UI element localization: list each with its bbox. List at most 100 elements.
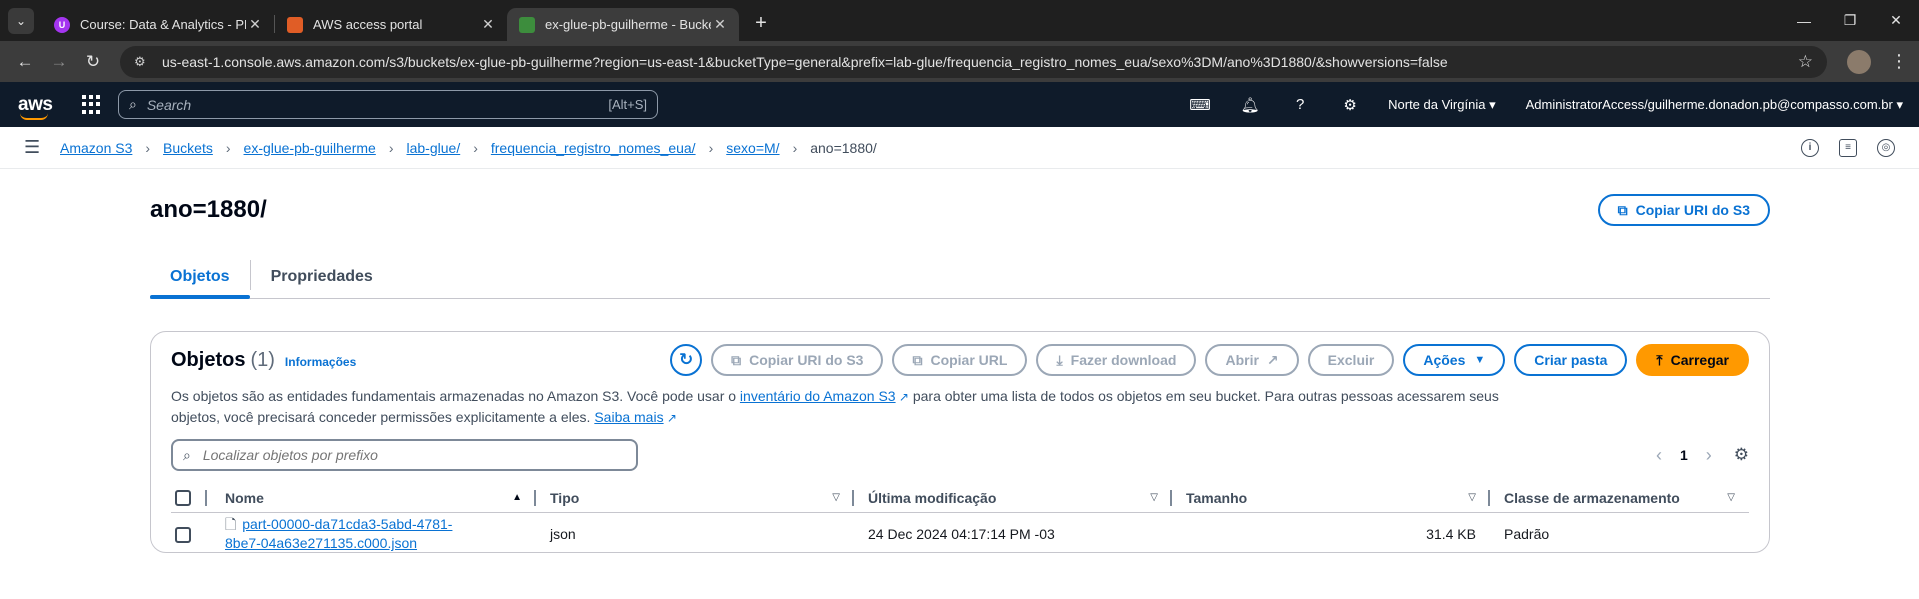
table-row[interactable]: 🗋︎ part-00000-da71cda3-5abd-4781- 8be7-04a…: [171, 512, 1749, 556]
column-header-size[interactable]: Tamanho ▽: [1172, 484, 1490, 513]
external-link-icon: ↗: [895, 390, 909, 404]
bookmark-star-icon[interactable]: ☆: [1798, 52, 1813, 72]
copy-uri-button[interactable]: ⧉ Copiar URI do S3: [711, 344, 884, 376]
type-cell: json: [550, 526, 576, 543]
caret-down-icon: ▼: [1474, 354, 1486, 366]
column-label: Tamanho: [1186, 489, 1248, 506]
prefix-search-input[interactable]: [202, 447, 603, 463]
cloudshell-icon[interactable]: ⌨: [1189, 95, 1211, 115]
object-link[interactable]: part-00000-da71cda3-5abd-4781- 8be7-04a63…: [225, 516, 452, 551]
chevron-right-icon: ›: [388, 139, 394, 156]
url-text[interactable]: us-east-1.console.aws.amazon.com/s3/buck…: [162, 54, 1798, 70]
close-window-icon[interactable]: ✕: [1873, 0, 1919, 41]
table-settings-icon[interactable]: ⚙: [1734, 445, 1749, 465]
copy-s3-uri-button[interactable]: ⧉ Copiar URI do S3: [1597, 194, 1770, 226]
help-icon[interactable]: ?: [1290, 95, 1310, 115]
breadcrumb-buckets[interactable]: Buckets: [163, 140, 213, 156]
prefix-search-field[interactable]: ⌕: [171, 439, 638, 471]
copy-icon: ⧉: [731, 351, 742, 368]
browser-tab-aws-portal[interactable]: AWS access portal ✕: [275, 8, 507, 41]
column-header-storage-class[interactable]: Classe de armazenamento ▽: [1490, 484, 1749, 513]
sort-ascending-icon[interactable]: ▲: [512, 492, 522, 503]
reload-icon[interactable]: ↻: [78, 47, 108, 77]
chevron-left-icon[interactable]: ‹: [1656, 445, 1662, 466]
chevron-right-icon: ›: [225, 139, 231, 156]
column-label: Classe de armazenamento: [1504, 489, 1680, 506]
open-button[interactable]: Abrir ↗: [1205, 344, 1299, 376]
breadcrumb-frequencia[interactable]: frequencia_registro_nomes_eua/: [491, 140, 696, 156]
upload-button[interactable]: ⤒ Carregar: [1636, 344, 1749, 376]
inventory-link[interactable]: inventário do Amazon S3: [740, 388, 896, 404]
breadcrumb-bucket[interactable]: ex-glue-pb-guilherme: [244, 140, 376, 156]
profile-avatar[interactable]: [1847, 49, 1871, 74]
page-number[interactable]: 1: [1680, 447, 1688, 463]
copy-icon: ⧉: [912, 351, 923, 368]
breadcrumb-lab-glue[interactable]: lab-glue/: [407, 140, 461, 156]
aws-search-box[interactable]: ⌕ Search [Alt+S]: [118, 90, 658, 119]
aws-logo[interactable]: aws: [18, 94, 70, 120]
browser-menu-icon[interactable]: ⋮: [1889, 51, 1909, 72]
tab-search-button[interactable]: ⌄: [8, 8, 34, 34]
close-icon[interactable]: ✕: [479, 16, 497, 33]
row-select-cell: [171, 512, 211, 556]
search-shortcut: [Alt+S]: [608, 97, 647, 112]
tab-propriedades[interactable]: Propriedades: [251, 268, 393, 298]
minimize-icon[interactable]: —: [1781, 0, 1827, 41]
create-folder-label: Criar pasta: [1534, 352, 1608, 368]
browser-tab-bucket[interactable]: ex-glue-pb-guilherme - Bucket ✕: [507, 8, 739, 41]
info-icon[interactable]: i: [1801, 138, 1819, 157]
forward-icon[interactable]: →: [44, 47, 74, 77]
address-bar[interactable]: ⚙ us-east-1.console.aws.amazon.com/s3/bu…: [120, 45, 1827, 78]
account-label: AdministratorAccess/guilherme.donadon.pb…: [1525, 96, 1893, 112]
column-header-type[interactable]: Tipo ▽: [536, 484, 854, 513]
sort-icon[interactable]: ▽: [1727, 492, 1735, 503]
select-all-cell: [171, 484, 211, 513]
breadcrumb-amazon-s3[interactable]: Amazon S3: [60, 140, 132, 156]
region-selector[interactable]: Norte da Virgínia ▾: [1388, 97, 1495, 113]
info-link[interactable]: Informações: [285, 355, 356, 369]
sort-icon[interactable]: ▽: [1468, 492, 1476, 503]
main-content: ano=1880/ ⧉ Copiar URI do S3 Objetos Pro…: [150, 170, 1770, 553]
restore-icon[interactable]: ❐: [1827, 0, 1873, 41]
name-cell: 🗋︎ part-00000-da71cda3-5abd-4781- 8be7-04a…: [211, 512, 536, 556]
row-checkbox[interactable]: [175, 526, 191, 543]
breadcrumb-current: ano=1880/: [810, 139, 877, 156]
copy-url-label: Copiar URL: [930, 352, 1008, 368]
download-button[interactable]: ⤓ Fazer download: [1036, 344, 1197, 376]
account-menu[interactable]: AdministratorAccess/guilherme.donadon.pb…: [1526, 97, 1903, 113]
delete-button[interactable]: Excluir: [1307, 344, 1395, 376]
tab-objetos[interactable]: Objetos: [150, 268, 250, 299]
actions-dropdown[interactable]: Ações ▼: [1403, 344, 1506, 376]
gear-icon[interactable]: ⚙: [1340, 95, 1360, 115]
browser-tab-strip: ⌄ U Course: Data & Analytics - PB - ✕ AW…: [0, 0, 1919, 41]
site-info-icon[interactable]: ⚙: [134, 54, 150, 70]
bell-icon[interactable]: 🔔︎: [1240, 95, 1260, 115]
close-icon[interactable]: ✕: [711, 16, 729, 33]
sort-icon[interactable]: ▽: [832, 492, 840, 503]
aws-top-nav: aws ⌕ Search [Alt+S] ⌨ 🔔︎ ? ⚙ Norte da V…: [0, 82, 1919, 127]
sort-icon[interactable]: ▽: [1150, 492, 1158, 503]
page-tabs: Objetos Propriedades: [150, 250, 1770, 299]
close-icon[interactable]: ✕: [246, 16, 264, 33]
select-all-checkbox[interactable]: [175, 490, 191, 507]
copy-url-button[interactable]: ⧉ Copiar URL: [892, 344, 1028, 376]
create-folder-button[interactable]: Criar pasta: [1514, 344, 1628, 376]
column-header-modified[interactable]: Última modificação ▽: [854, 484, 1172, 513]
download-label: Fazer download: [1070, 352, 1177, 368]
search-icon: ⌕: [183, 446, 191, 463]
menu-icon[interactable]: ☰: [24, 137, 40, 158]
search-placeholder: Search: [146, 96, 192, 113]
learn-more-link[interactable]: Saiba mais: [594, 409, 663, 425]
services-grid-icon[interactable]: [82, 94, 102, 115]
object-name-line1: part-00000-da71cda3-5abd-4781-: [242, 516, 453, 533]
feedback-icon[interactable]: ≡: [1839, 138, 1857, 157]
chevron-right-icon[interactable]: ›: [1706, 445, 1712, 466]
refresh-button[interactable]: ↻: [670, 344, 703, 376]
new-tab-button[interactable]: +: [749, 12, 773, 35]
back-icon[interactable]: ←: [10, 47, 40, 77]
copy-uri-label: Copiar URI do S3: [749, 352, 864, 368]
settings-icon[interactable]: ◎: [1877, 138, 1895, 157]
column-header-name[interactable]: Nome ▲: [211, 484, 536, 513]
browser-tab-course[interactable]: U Course: Data & Analytics - PB - ✕: [42, 8, 274, 41]
breadcrumb-sexo[interactable]: sexo=M/: [726, 140, 779, 156]
